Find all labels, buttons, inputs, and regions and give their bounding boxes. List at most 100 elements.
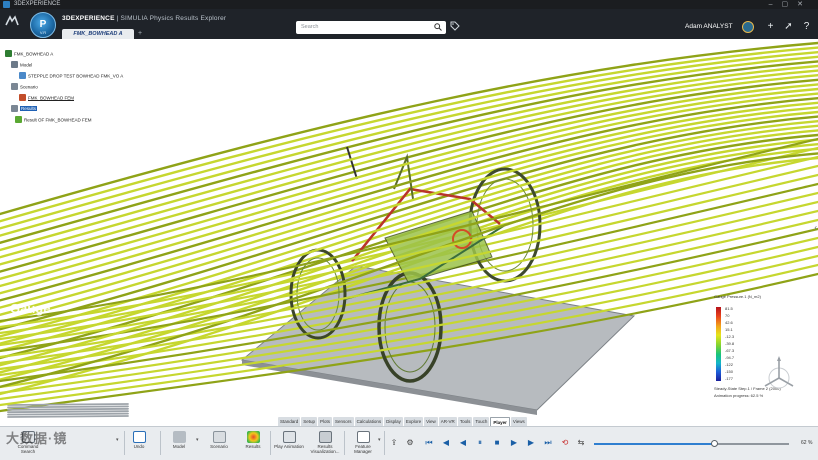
scenario-icon: [212, 431, 226, 443]
legend-tick: -39.8: [725, 341, 735, 346]
scenario-icon: [11, 83, 18, 91]
watermark-bottom: 大数据·镜: [6, 431, 68, 446]
tree-model-child-label: STEPPLE DROP TEST BOWHEAD FMK_VO A: [28, 73, 124, 79]
tab-fmk-bowhead[interactable]: FMK_BOWHEAD A: [62, 29, 134, 39]
loop-icon[interactable]: ⟲: [560, 438, 570, 448]
legend-tick: 81.5: [725, 306, 733, 311]
ribbon-tab-view[interactable]: View: [424, 417, 438, 426]
separator: [270, 431, 271, 455]
avatar[interactable]: [742, 21, 754, 33]
ribbon-tab-standard[interactable]: Standard: [278, 417, 301, 426]
ribbon-tab-setup[interactable]: Setup: [301, 417, 318, 426]
streamline-scene[interactable]: [0, 39, 818, 425]
tree-root-label: FMK_BOWHEAD A: [14, 51, 54, 57]
step-forward-icon[interactable]: ▶: [526, 438, 536, 448]
tree-results-label: Results: [20, 106, 38, 112]
legend-tick: 15.1: [725, 327, 733, 332]
play-reverse-icon[interactable]: ◀: [458, 438, 468, 448]
chevron-left-icon[interactable]: ‹: [814, 223, 817, 232]
legend-tick: -150: [725, 369, 734, 374]
export-icon[interactable]: ⇪: [389, 438, 399, 448]
animation-progress: Animation progress: 62.5 %: [714, 393, 764, 398]
results-button[interactable]: Results: [238, 431, 268, 449]
results-visualization-button[interactable]: Results Visualization...: [306, 431, 344, 454]
chevron-down-icon[interactable]: ▾: [196, 437, 199, 443]
compass-version: V.R: [39, 30, 47, 35]
ribbon-tab-views[interactable]: Views: [510, 417, 527, 426]
search-input[interactable]: Search: [296, 21, 446, 34]
chevron-down-icon[interactable]: ▾: [116, 437, 119, 443]
tree-model-child[interactable]: STEPPLE DROP TEST BOWHEAD FMK_VO A: [19, 71, 123, 80]
tree-model[interactable]: Model: [11, 60, 32, 69]
ribbon-tab-player[interactable]: Player: [490, 417, 510, 426]
feature-manager-label: Feature Manager: [354, 444, 372, 454]
3d-viewport[interactable]: FMK_BOWHEAD A Model STEPPLE DROP TEST BO…: [0, 39, 818, 425]
step-back-icon[interactable]: ◀: [441, 438, 451, 448]
ribbon-tab-calculations[interactable]: Calculations: [354, 417, 384, 426]
ribbon-tab-explore[interactable]: Explore: [403, 417, 424, 426]
skip-to-start-icon[interactable]: ⏮: [424, 438, 434, 448]
animation-slider-fill: [594, 443, 715, 445]
skip-to-end-icon[interactable]: ⏭: [543, 438, 553, 448]
play-icon[interactable]: ▶: [509, 438, 519, 448]
stop-icon[interactable]: ■: [492, 438, 502, 448]
results-label: Results: [245, 444, 261, 449]
top-bar: P V.R 3DEXPERIENCE | SIMULIA Physics Res…: [0, 9, 818, 39]
chevron-down-icon[interactable]: ▾: [378, 437, 381, 443]
compass-button[interactable]: P V.R: [30, 12, 56, 38]
separator: [384, 431, 385, 455]
window-controls[interactable]: –▢✕: [769, 0, 812, 9]
ribbon-tab-sensors[interactable]: Sensors: [333, 417, 354, 426]
animation-percent: 62 %: [801, 440, 813, 446]
ribbon-tab-strip: Standard Setup Plots Sensors Calculations Dis…: [278, 417, 527, 426]
system-title-bar: 3DEXPERIENCE –▢✕: [0, 0, 818, 9]
ribbon-tab-plots[interactable]: Plots: [318, 417, 333, 426]
watermark-left: Gauge: [10, 301, 51, 316]
animation-slider-thumb[interactable]: [711, 440, 719, 447]
brand-app: | SIMULIA Physics Results Explorer: [114, 15, 227, 22]
play-animation-button[interactable]: Play Animation: [272, 431, 306, 449]
streamline: [7, 403, 129, 406]
undo-button[interactable]: Undo: [124, 431, 154, 449]
results-visualization-icon: [318, 431, 332, 443]
results-folder-icon: [11, 105, 18, 113]
tree-results[interactable]: Results: [11, 104, 38, 113]
action-bar: Command Search ▾ Undo Model ▾ Scenario R…: [0, 426, 818, 460]
tree-scenario-child[interactable]: FMK_BOWHEAD FEM: [19, 93, 74, 102]
plus-icon[interactable]: +: [765, 21, 776, 32]
window-title: 3DEXPERIENCE: [14, 1, 61, 7]
legend-tick: -122: [725, 362, 734, 367]
feature-manager-button[interactable]: Feature Manager: [346, 431, 380, 454]
ribbon-tab-ar-vr[interactable]: AR-VR: [438, 417, 457, 426]
tree-scenario-label: Scenario: [20, 84, 38, 90]
search-icon[interactable]: [434, 23, 442, 31]
add-tab-button[interactable]: +: [138, 29, 142, 39]
ribbon-tab-display[interactable]: Display: [384, 417, 403, 426]
compass-letter: P: [39, 19, 47, 30]
tag-icon[interactable]: [450, 21, 460, 31]
model-button[interactable]: Model: [164, 431, 194, 449]
gear-icon[interactable]: ⚙: [405, 438, 415, 448]
tree-root[interactable]: FMK_BOWHEAD A: [5, 49, 53, 58]
tree-scenario[interactable]: Scenario: [11, 82, 38, 91]
play-animation-label: Play Animation: [274, 444, 304, 449]
help-icon[interactable]: ?: [801, 21, 812, 32]
swap-icon[interactable]: ⇆: [576, 438, 586, 448]
tree-model-label: Model: [20, 62, 33, 68]
feature-manager-icon: [356, 431, 370, 443]
results-icon: [246, 431, 260, 443]
ribbon-tab-touch[interactable]: Touch: [473, 417, 490, 426]
share-icon[interactable]: ➚: [783, 21, 794, 32]
scenario-button[interactable]: Scenario: [204, 431, 234, 449]
ribbon-tab-tools[interactable]: Tools: [457, 417, 473, 426]
axis-triad-icon[interactable]: [757, 354, 797, 394]
tree-scenario-child-label: FMK_BOWHEAD FEM: [28, 95, 75, 101]
tree-results-child[interactable]: Result OF FMK_BOWHEAD FEM: [15, 115, 92, 124]
results-visualization-label: Results Visualization...: [310, 444, 340, 454]
user-name[interactable]: Adam ANALYST: [685, 23, 733, 30]
pause-icon[interactable]: ⏸: [475, 438, 485, 448]
part-icon: [19, 72, 26, 80]
streamline: [7, 410, 129, 414]
model-icon: [11, 61, 18, 69]
legend-color-bar: [716, 307, 721, 381]
